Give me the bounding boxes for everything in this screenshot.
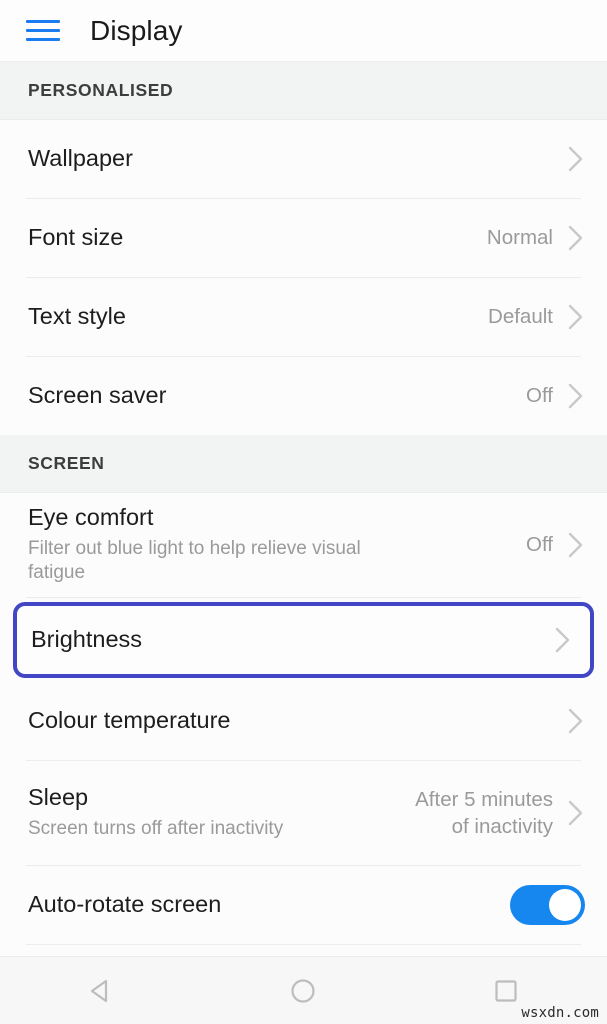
chevron-right-icon bbox=[563, 532, 589, 558]
chevron-right-icon bbox=[563, 146, 589, 172]
list-item-title: Sleep bbox=[28, 784, 89, 811]
row-text-text-style: Text style bbox=[28, 303, 488, 331]
section-header-personalised: PERSONALISED bbox=[0, 62, 607, 120]
list-item-title: Auto-rotate screen bbox=[28, 891, 222, 918]
chevron-right-icon bbox=[563, 225, 589, 251]
section-personalised-rows: Wallpaper Font size Normal Text style De… bbox=[0, 120, 607, 435]
auto-rotate-toggle[interactable] bbox=[510, 885, 585, 925]
list-item-value: Off bbox=[526, 384, 553, 408]
list-item-title: Text style bbox=[28, 303, 126, 330]
list-item-subtitle: Filter out blue light to help relieve vi… bbox=[28, 537, 361, 584]
chevron-right-icon bbox=[550, 627, 576, 653]
phone-screen: Display PERSONALISED Wallpaper Font size… bbox=[0, 0, 607, 1024]
list-item-subtitle: Screen turns off after inactivity bbox=[28, 818, 284, 840]
list-item-value: Normal bbox=[486, 226, 553, 250]
row-text-screen-saver: Screen saver bbox=[28, 382, 526, 410]
divider bbox=[26, 597, 581, 598]
row-text-eye-comfort: Eye comfort Filter out blue light to hel… bbox=[28, 504, 526, 586]
toggle-knob bbox=[549, 889, 581, 921]
list-item-brightness[interactable]: Brightness bbox=[13, 602, 594, 678]
hamburger-line bbox=[26, 20, 60, 23]
chevron-right-icon bbox=[563, 708, 589, 734]
app-bar: Display bbox=[0, 0, 607, 62]
list-item-title: Font size bbox=[28, 224, 124, 251]
list-item-eye-comfort[interactable]: Eye comfort Filter out blue light to hel… bbox=[0, 493, 607, 597]
list-item-title: Brightness bbox=[31, 626, 143, 653]
chevron-right-icon bbox=[563, 304, 589, 330]
divider bbox=[26, 944, 581, 945]
list-item-screen-saver[interactable]: Screen saver Off bbox=[0, 357, 607, 435]
hamburger-menu-icon[interactable] bbox=[26, 18, 60, 44]
home-button[interactable] bbox=[258, 957, 348, 1024]
list-item-title: Wallpaper bbox=[28, 145, 133, 172]
row-text-brightness: Brightness bbox=[31, 626, 540, 654]
system-navigation-bar: wsxdn.com bbox=[0, 956, 607, 1024]
home-circle-icon bbox=[289, 977, 317, 1005]
row-text-colour-temperature: Colour temperature bbox=[28, 707, 553, 735]
list-item-title: Colour temperature bbox=[28, 707, 231, 734]
list-item-font-size[interactable]: Font size Normal bbox=[0, 199, 607, 277]
watermark: wsxdn.com bbox=[521, 1005, 599, 1021]
list-item-colour-temperature[interactable]: Colour temperature bbox=[0, 682, 607, 760]
section-screen-rows: Eye comfort Filter out blue light to hel… bbox=[0, 493, 607, 945]
list-item-sleep[interactable]: Sleep Screen turns off after inactivity … bbox=[0, 761, 607, 865]
list-item-text-style[interactable]: Text style Default bbox=[0, 278, 607, 356]
row-text-sleep: Sleep Screen turns off after inactivity bbox=[28, 784, 415, 841]
recents-square-icon bbox=[492, 977, 520, 1005]
row-text-font-size: Font size bbox=[28, 224, 487, 252]
hamburger-line bbox=[26, 29, 60, 32]
list-item-title: Screen saver bbox=[28, 382, 167, 409]
list-item-value: Default bbox=[488, 305, 553, 329]
settings-list[interactable]: PERSONALISED Wallpaper Font size Normal bbox=[0, 62, 607, 956]
back-triangle-icon bbox=[87, 977, 115, 1005]
chevron-right-icon bbox=[563, 383, 589, 409]
list-item-value: Off bbox=[526, 533, 553, 557]
back-button[interactable] bbox=[56, 957, 146, 1024]
chevron-right-icon bbox=[563, 800, 589, 826]
list-item-value: After 5 minutes of inactivity bbox=[415, 787, 553, 838]
list-item-title: Eye comfort bbox=[28, 503, 154, 530]
row-text-wallpaper: Wallpaper bbox=[28, 145, 553, 173]
row-text-auto-rotate-screen: Auto-rotate screen bbox=[28, 891, 510, 919]
list-item-wallpaper[interactable]: Wallpaper bbox=[0, 120, 607, 198]
page-title: Display bbox=[90, 14, 183, 46]
hamburger-line bbox=[26, 38, 60, 41]
section-header-screen: SCREEN bbox=[0, 435, 607, 493]
list-item-auto-rotate-screen[interactable]: Auto-rotate screen bbox=[0, 866, 607, 944]
